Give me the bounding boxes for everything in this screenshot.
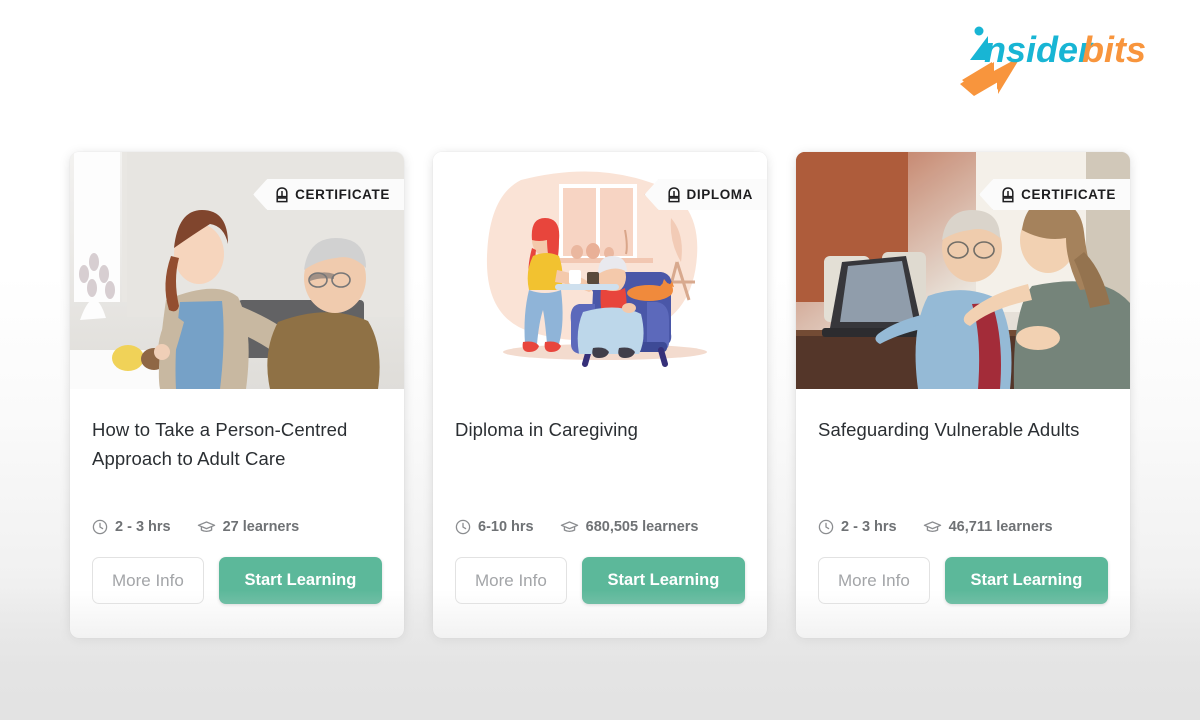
card-actions: More Info Start Learning	[433, 535, 767, 604]
course-image: CERTIFICATE	[796, 152, 1130, 389]
card-body: Safeguarding Vulnerable Adults 2 - 3 hrs…	[796, 389, 1130, 535]
svg-text:nsider: nsider	[984, 29, 1094, 70]
card-body: How to Take a Person-Centred Approach to…	[70, 389, 404, 535]
clock-icon	[92, 519, 108, 535]
duration-meta: 2 - 3 hrs	[818, 519, 897, 535]
course-card-list: CERTIFICATE How to Take a Person-Centred…	[70, 152, 1130, 638]
card-actions: More Info Start Learning	[796, 535, 1130, 604]
course-card[interactable]: DIPLOMA Diploma in Caregiving 6-10 hrs 6…	[433, 152, 767, 638]
card-actions: More Info Start Learning	[70, 535, 404, 604]
award-icon	[275, 186, 289, 203]
start-learning-button[interactable]: Start Learning	[581, 557, 745, 604]
badge-label: CERTIFICATE	[1021, 187, 1116, 202]
learners-label: 680,505 learners	[585, 519, 699, 535]
course-meta: 6-10 hrs 680,505 learners	[455, 519, 745, 535]
duration-meta: 2 - 3 hrs	[92, 519, 171, 535]
learners-meta: 46,711 learners	[923, 519, 1053, 535]
learners-label: 27 learners	[222, 519, 300, 535]
graduation-cap-icon	[197, 521, 215, 533]
course-title: Safeguarding Vulnerable Adults	[818, 419, 1080, 440]
svg-text:bits: bits	[1082, 29, 1146, 70]
start-learning-button[interactable]: Start Learning	[218, 557, 382, 604]
learners-label: 46,711 learners	[948, 519, 1053, 535]
duration-label: 6-10 hrs	[478, 519, 534, 535]
course-image: CERTIFICATE	[70, 152, 404, 389]
course-card[interactable]: CERTIFICATE Safeguarding Vulnerable Adul…	[796, 152, 1130, 638]
course-title: How to Take a Person-Centred Approach to…	[92, 419, 348, 469]
learners-meta: 680,505 learners	[560, 519, 699, 535]
award-icon	[1001, 186, 1015, 203]
status-badge: CERTIFICATE	[979, 179, 1130, 210]
course-card[interactable]: CERTIFICATE How to Take a Person-Centred…	[70, 152, 404, 638]
card-body: Diploma in Caregiving 6-10 hrs 680,505 l…	[433, 389, 767, 535]
award-icon	[667, 186, 681, 203]
graduation-cap-icon	[560, 521, 578, 533]
course-title: Diploma in Caregiving	[455, 419, 639, 440]
more-info-button[interactable]: More Info	[92, 557, 204, 604]
brand-logo[interactable]: nsider bits	[958, 18, 1154, 96]
insiderbits-logo-icon: nsider bits	[960, 26, 1146, 96]
course-meta: 2 - 3 hrs 27 learners	[92, 519, 382, 535]
course-image: DIPLOMA	[433, 152, 767, 389]
status-badge: CERTIFICATE	[253, 179, 404, 210]
badge-label: CERTIFICATE	[295, 187, 390, 202]
duration-label: 2 - 3 hrs	[841, 519, 897, 535]
course-meta: 2 - 3 hrs 46,711 learners	[818, 519, 1108, 535]
graduation-cap-icon	[923, 521, 941, 533]
learners-meta: 27 learners	[197, 519, 300, 535]
clock-icon	[455, 519, 471, 535]
badge-label: DIPLOMA	[686, 187, 753, 202]
more-info-button[interactable]: More Info	[818, 557, 930, 604]
status-badge: DIPLOMA	[644, 179, 767, 210]
duration-meta: 6-10 hrs	[455, 519, 534, 535]
duration-label: 2 - 3 hrs	[115, 519, 171, 535]
clock-icon	[818, 519, 834, 535]
more-info-button[interactable]: More Info	[455, 557, 567, 604]
start-learning-button[interactable]: Start Learning	[944, 557, 1108, 604]
